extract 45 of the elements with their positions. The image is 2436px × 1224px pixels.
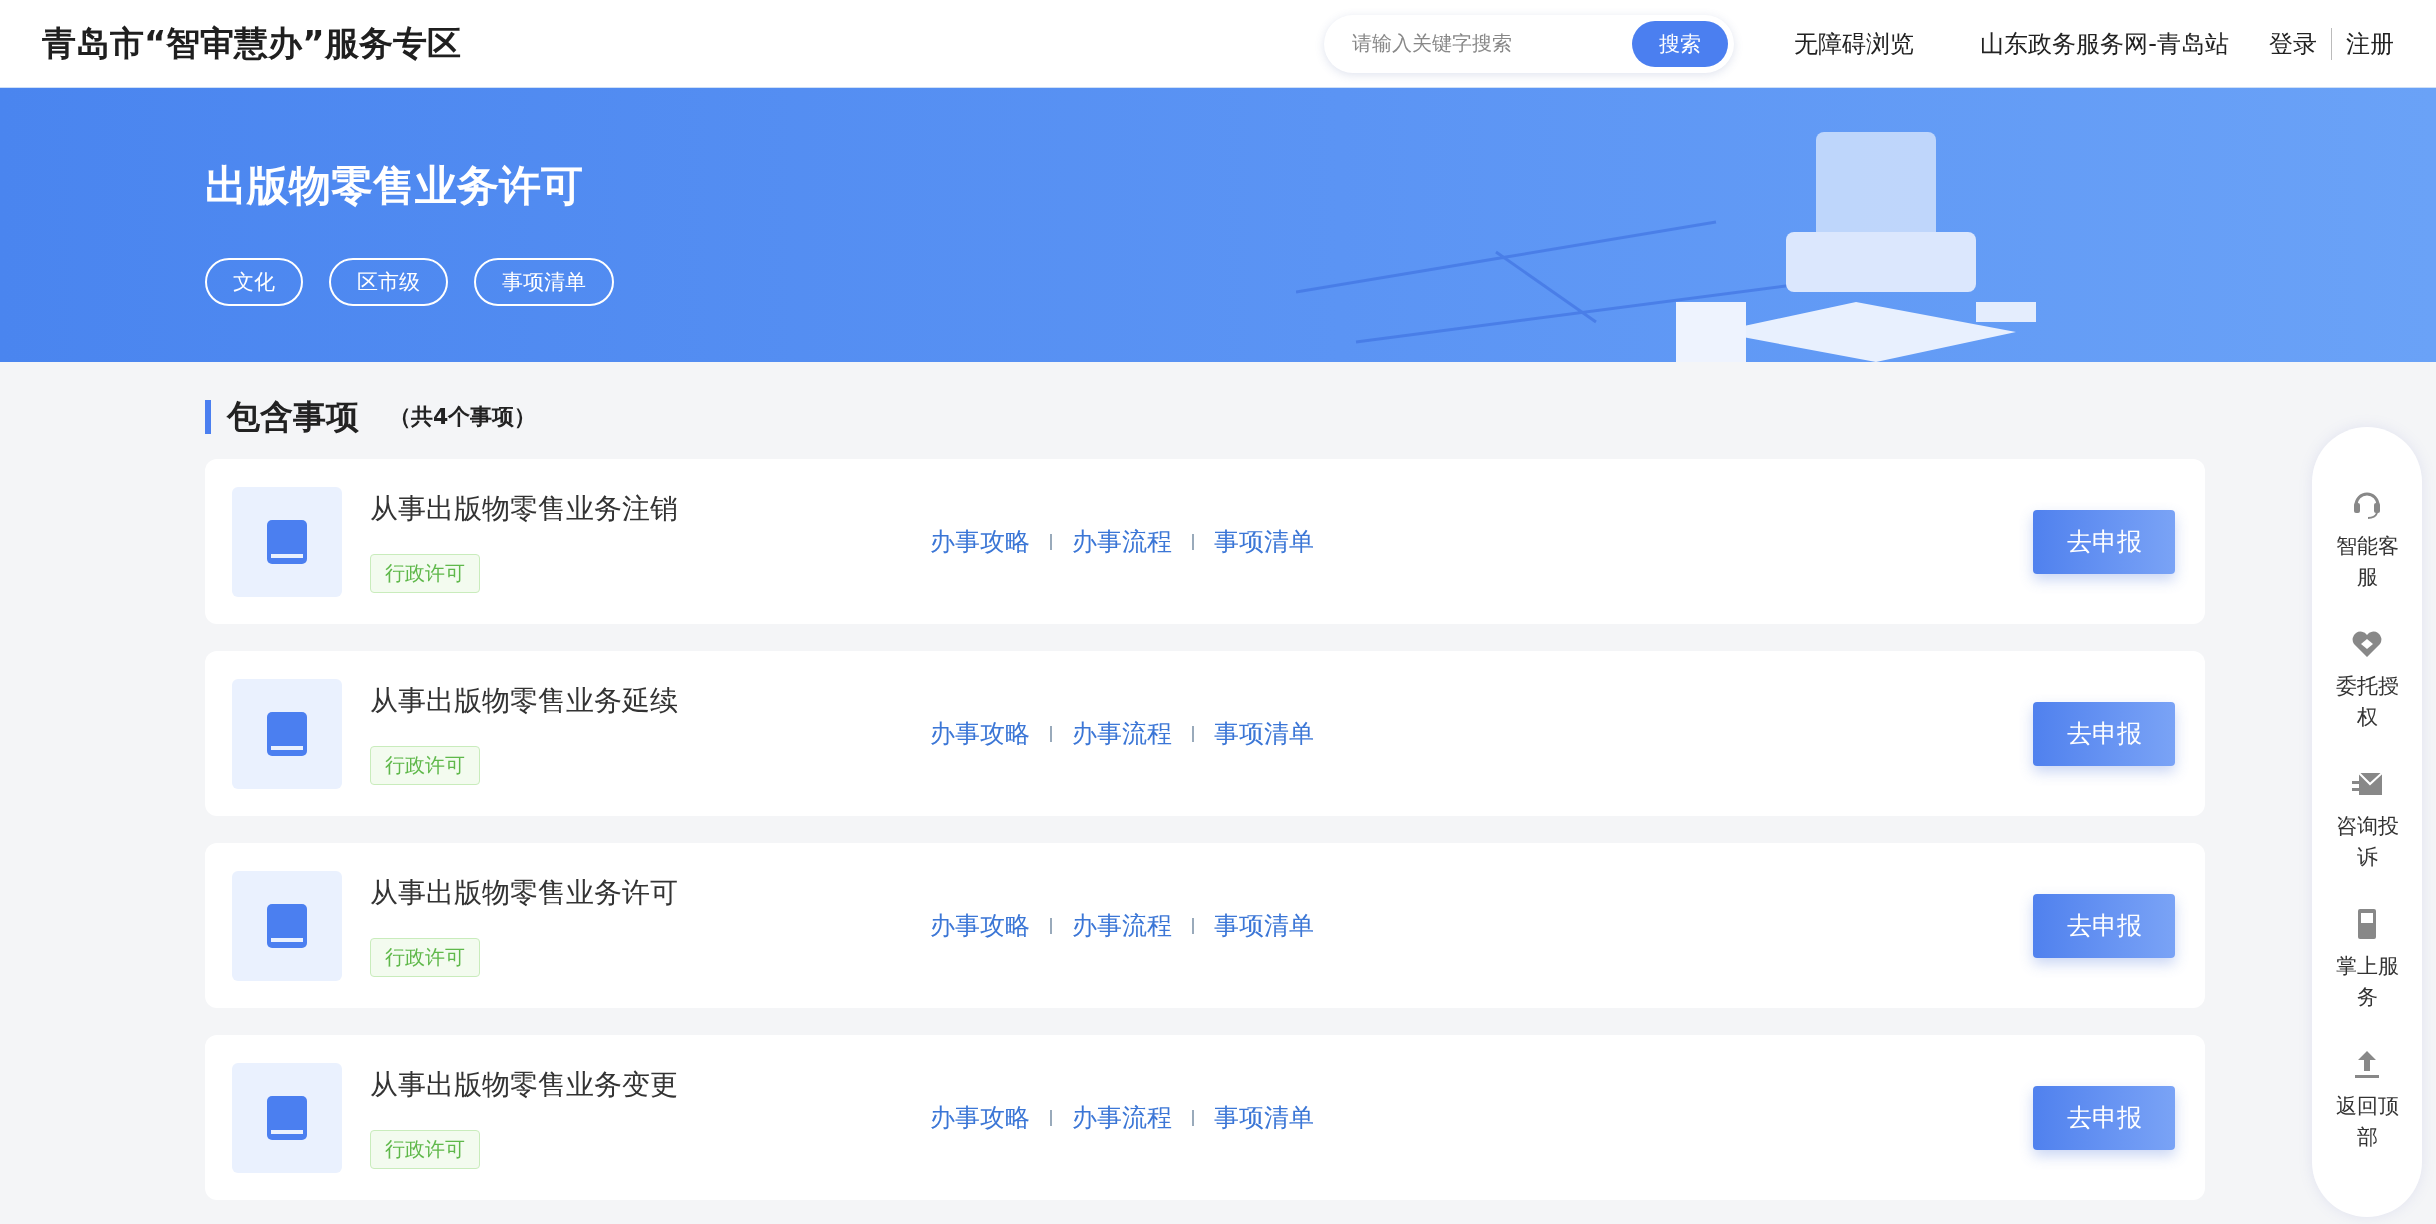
search-field[interactable]: 请输入关键字搜索 搜索 bbox=[1324, 14, 1735, 73]
item-title: 从事出版物零售业务许可 bbox=[370, 875, 678, 911]
apply-button[interactable]: 去申报 bbox=[2033, 1085, 2175, 1150]
apply-button[interactable]: 去申报 bbox=[2033, 701, 2175, 766]
item-title: 从事出版物零售业务变更 bbox=[370, 1067, 678, 1103]
category-tag: 行政许可 bbox=[370, 746, 480, 785]
side-link[interactable]: 返回顶部 bbox=[2334, 1091, 2400, 1153]
item-link[interactable]: 办事流程 bbox=[1072, 1101, 1172, 1134]
nav-link[interactable]: 无障碍浏览 bbox=[1794, 27, 1915, 60]
site-title: 青岛市“智审慧办”服务专区 bbox=[42, 21, 462, 65]
category-tag: 行政许可 bbox=[370, 554, 480, 593]
side-link[interactable]: 委托授权 bbox=[2334, 671, 2400, 733]
side-link[interactable]: 咨询投诉 bbox=[2334, 811, 2400, 873]
item-link[interactable]: 办事攻略 bbox=[930, 909, 1030, 942]
category-tag: 行政许可 bbox=[370, 1130, 480, 1169]
banner-title: 出版物零售业务许可 bbox=[205, 160, 584, 212]
search-button[interactable]: 搜索 bbox=[1632, 20, 1729, 67]
item-title: 从事出版物零售业务延续 bbox=[370, 683, 678, 719]
item-link[interactable]: 事项清单 bbox=[1214, 909, 1314, 942]
side-link[interactable]: 掌上服务 bbox=[2334, 951, 2400, 1013]
item-link[interactable]: 办事攻略 bbox=[930, 525, 1030, 558]
book-icon bbox=[267, 1095, 307, 1140]
apply-button[interactable]: 去申报 bbox=[2033, 893, 2175, 958]
item-link[interactable]: 办事流程 bbox=[1072, 525, 1172, 558]
tag-pill: 事项清单 bbox=[474, 258, 614, 306]
item-link[interactable]: 办事攻略 bbox=[930, 717, 1030, 750]
nav-link[interactable]: 山东政务服务网-青岛站 bbox=[1980, 27, 2229, 60]
tag-pill: 文化 bbox=[205, 258, 303, 306]
tag-pill: 区市级 bbox=[329, 258, 448, 306]
item-link[interactable]: 事项清单 bbox=[1214, 1101, 1314, 1134]
apply-button[interactable]: 去申报 bbox=[2033, 509, 2175, 574]
item-link[interactable]: 办事流程 bbox=[1072, 717, 1172, 750]
section-title: 包含事项 bbox=[205, 400, 359, 434]
nav-link[interactable]: 登录 bbox=[2269, 27, 2317, 60]
book-icon bbox=[267, 903, 307, 948]
item-count: （共4个事项） bbox=[389, 403, 537, 431]
item-title: 从事出版物零售业务注销 bbox=[370, 491, 678, 527]
item-link[interactable]: 办事流程 bbox=[1072, 909, 1172, 942]
book-icon bbox=[267, 519, 307, 564]
item-link[interactable]: 事项清单 bbox=[1214, 717, 1314, 750]
side-link[interactable]: 智能客服 bbox=[2334, 531, 2400, 593]
category-tag: 行政许可 bbox=[370, 938, 480, 977]
item-link[interactable]: 办事攻略 bbox=[930, 1101, 1030, 1134]
book-icon bbox=[267, 711, 307, 756]
item-link[interactable]: 事项清单 bbox=[1214, 525, 1314, 558]
